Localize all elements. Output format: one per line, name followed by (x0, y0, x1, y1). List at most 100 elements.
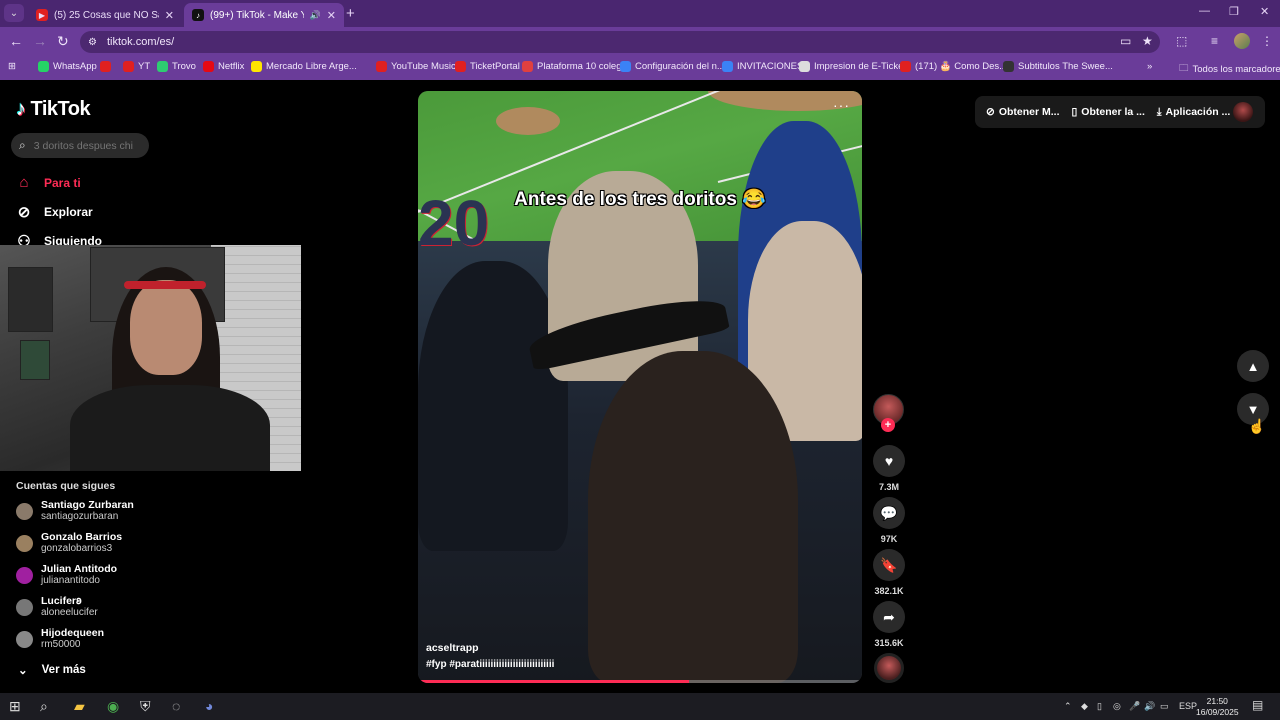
all-bookmarks[interactable]: 🗀 Todos los marcadores (1179, 61, 1280, 77)
extensions-icon[interactable]: ⬚ (1176, 34, 1187, 48)
chrome-icon[interactable]: ◉ (107, 698, 119, 715)
music-disc-icon[interactable] (874, 653, 904, 683)
more-options-icon[interactable]: ··· (833, 97, 850, 113)
follow-plus-icon[interactable]: + (881, 418, 895, 432)
bookmark-item[interactable]: Subtitulos The Swee... (1003, 61, 1113, 72)
minimize-button[interactable]: — (1199, 5, 1210, 17)
network-icon[interactable]: ▭ (1160, 701, 1169, 712)
notifications-icon[interactable]: ▤ (1252, 698, 1263, 712)
avatar (16, 502, 33, 520)
reload-button[interactable]: ↻ (57, 33, 69, 50)
forward-button[interactable]: → (33, 33, 47, 49)
bookmark-favicon-icon (123, 61, 134, 72)
nav-explore[interactable]: ⊘ Explorar (16, 203, 93, 221)
tiktok-page: ♪ TikTok ⌕ ⌂ Para ti ⊘ Explorar ⚇ Siguie… (0, 80, 1280, 693)
bookmark-item[interactable]: WhatsApp (38, 61, 97, 72)
discord-icon[interactable]: ◕ (205, 698, 213, 714)
user-avatar[interactable] (1233, 102, 1253, 122)
bookmark-item[interactable]: YouTube Music (376, 61, 456, 72)
bookmark-favicon-icon (157, 61, 168, 72)
account-handle: aloneelucifer (41, 607, 98, 618)
search-box[interactable]: ⌕ (11, 133, 149, 158)
comment-icon: 💬 (880, 504, 898, 521)
tray-camera-icon[interactable]: ◎ (1113, 701, 1121, 712)
volume-icon[interactable]: 🔊 (1144, 701, 1155, 712)
video-author[interactable]: acseltrapp (426, 642, 479, 654)
bookmark-item[interactable]: (171) 🎂 Como Des... (900, 61, 1007, 72)
tab-tiktok[interactable]: ♪ (99+) TikTok - Make Your Da 🔊 ✕ (184, 3, 344, 27)
see-more-button[interactable]: ⌄ Ver más (18, 663, 86, 677)
reading-list-icon[interactable]: ≡ (1211, 34, 1218, 48)
language-indicator[interactable]: ESP (1179, 701, 1197, 711)
mouse-cursor-icon: ☝ (1248, 418, 1266, 434)
new-tab-button[interactable]: + (346, 5, 355, 22)
restore-button[interactable]: ❐ (1229, 5, 1239, 18)
bookmark-item[interactable]: TicketPortal (455, 61, 520, 72)
speaker-icon[interactable]: 🔊 (310, 10, 321, 21)
site-info-icon[interactable]: ⚙ (88, 37, 97, 48)
battery-icon[interactable]: ▯ (1097, 701, 1102, 712)
previous-video-button[interactable]: ▲ (1237, 350, 1269, 382)
bookmark-item[interactable]: INVITACIONES (722, 61, 803, 72)
nav-for-you[interactable]: ⌂ Para ti (16, 174, 80, 191)
like-button[interactable]: ♥ (873, 445, 905, 477)
taskbar-clock[interactable]: 21:50 16/09/2025 (1196, 696, 1239, 718)
get-app-button[interactable]: ▯ Obtener la ... (1072, 106, 1145, 118)
search-icon[interactable]: ⌕ (40, 698, 48, 715)
address-bar[interactable]: ⚙ tiktok.com/es/ (80, 31, 1160, 53)
tiktok-logo[interactable]: ♪ TikTok (16, 98, 91, 121)
following-account[interactable]: Santiago Zurbaran santiagozurbaran (16, 499, 134, 523)
tray-app-icon[interactable]: ◆ (1081, 701, 1088, 712)
video-caption: Antes de los tres doritos 😂 (514, 189, 766, 210)
back-button[interactable]: ← (9, 33, 23, 49)
following-account[interactable]: Hijodequeen rm50000 (16, 627, 104, 651)
menu-icon[interactable]: ⋮ (1261, 34, 1273, 48)
search-icon[interactable]: ⌕ (19, 138, 26, 153)
windows-start-icon[interactable]: ⊞ (9, 698, 21, 715)
account-name: Gonzalo Barrios (41, 531, 123, 543)
microphone-icon[interactable]: 🎤 (1129, 701, 1140, 712)
bookmark-item[interactable]: YT (123, 61, 150, 72)
following-account[interactable]: Gonzalo Barrios gonzalobarrios3 (16, 531, 122, 555)
save-button[interactable]: 🔖 (873, 549, 905, 581)
avatar (16, 630, 33, 648)
bookmark-item[interactable]: Plataforma 10 colegs (522, 61, 626, 72)
file-explorer-icon[interactable]: ▰ (74, 698, 85, 715)
avatar (16, 566, 33, 584)
video-progress-bar[interactable] (418, 680, 862, 683)
profile-avatar[interactable] (1234, 33, 1250, 49)
tray-overflow-icon[interactable]: ⌃ (1064, 701, 1072, 712)
comment-button[interactable]: 💬 (873, 497, 905, 529)
share-icon: ➦ (883, 608, 895, 625)
bookmark-favicon-icon (455, 61, 466, 72)
following-account[interactable]: Julian Antitodo julianantitodo (16, 563, 117, 587)
apps-icon[interactable]: ⊞ (8, 61, 16, 72)
close-icon[interactable]: ✕ (165, 9, 174, 22)
video-hashtags[interactable]: #fyp #paratiiiiiiiiiiiiiiiiiiiiiiiiiii (426, 659, 554, 670)
video-player[interactable]: 20 Antes de los tres doritos 😂 ··· acsel… (418, 91, 862, 683)
tab-search-button[interactable]: ⌄ (4, 4, 24, 22)
bookmark-favicon-icon (900, 61, 911, 72)
following-account[interactable]: Lucifer𐐪 aloneelucifer (16, 595, 98, 619)
bookmark-item[interactable]: Impresion de E-Ticket (799, 61, 906, 72)
bookmark-favicon-icon (722, 61, 733, 72)
obs-icon[interactable]: ◌ (172, 698, 180, 714)
get-coins-button[interactable]: ⊘ Obtener M... (986, 106, 1060, 118)
bookmark-star-icon[interactable]: ★ (1142, 34, 1153, 48)
search-input[interactable] (33, 139, 134, 152)
bookmark-item[interactable]: Netflix (203, 61, 244, 72)
bookmark-item[interactable] (100, 61, 115, 72)
bookmark-label: YT (138, 61, 151, 72)
bookmark-item[interactable]: Trovo (157, 61, 196, 72)
bookmark-label: Subtitulos The Swee... (1018, 61, 1113, 72)
security-icon[interactable]: ⛨ (140, 698, 151, 715)
share-button[interactable]: ➦ (873, 601, 905, 633)
desktop-app-button[interactable]: ⤓ Aplicación ... (1157, 106, 1230, 119)
more-bookmarks-icon[interactable]: » (1147, 61, 1152, 72)
tab-youtube[interactable]: ▶ (5) 25 Cosas que NO Sabías hac ✕ (28, 3, 182, 27)
bookmark-item[interactable]: Mercado Libre Arge... (251, 61, 357, 72)
install-app-icon[interactable]: ▭ (1120, 34, 1131, 48)
close-icon[interactable]: ✕ (327, 9, 336, 22)
bookmark-item[interactable]: Configuración del n... (620, 61, 725, 72)
close-window-button[interactable]: ✕ (1260, 5, 1269, 18)
